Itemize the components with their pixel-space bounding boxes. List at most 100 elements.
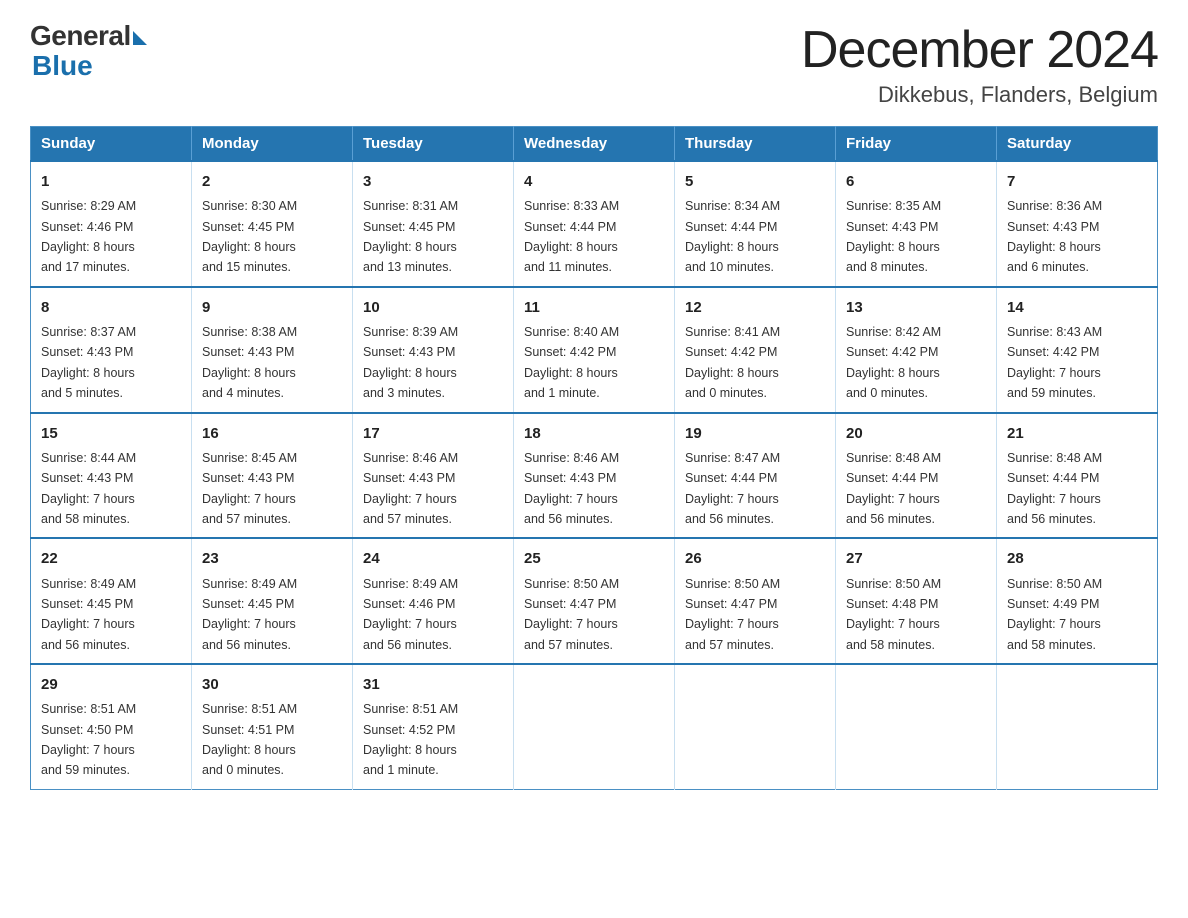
calendar-cell: 18 Sunrise: 8:46 AM Sunset: 4:43 PM Dayli… — [514, 413, 675, 539]
day-info: Sunrise: 8:37 AM Sunset: 4:43 PM Dayligh… — [41, 325, 136, 400]
calendar-cell: 13Sunrise: 8:42 AM Sunset: 4:42 PM Dayli… — [836, 287, 997, 413]
calendar-week-row: 8 Sunrise: 8:37 AM Sunset: 4:43 PM Daylig… — [31, 287, 1158, 413]
day-info: Sunrise: 8:45 AM Sunset: 4:43 PM Dayligh… — [202, 451, 297, 526]
day-number: 27 — [846, 547, 986, 570]
day-number: 4 — [524, 170, 664, 193]
logo-arrow-icon — [133, 31, 147, 45]
day-number: 3 — [363, 170, 503, 193]
calendar-week-row: 29 Sunrise: 8:51 AM Sunset: 4:50 PM Dayli… — [31, 664, 1158, 789]
calendar-cell: 20 Sunrise: 8:48 AM Sunset: 4:44 PM Dayli… — [836, 413, 997, 539]
day-number: 11 — [524, 296, 664, 319]
calendar-cell: 6 Sunrise: 8:35 AM Sunset: 4:43 PM Daylig… — [836, 161, 997, 287]
day-info: Sunrise: 8:51 AM Sunset: 4:52 PM Dayligh… — [363, 702, 458, 777]
calendar-cell: 2Sunrise: 8:30 AM Sunset: 4:45 PM Daylig… — [192, 161, 353, 287]
day-number: 13 — [846, 296, 986, 319]
day-info: Sunrise: 8:36 AM Sunset: 4:43 PM Dayligh… — [1007, 199, 1102, 274]
calendar-cell: 7Sunrise: 8:36 AM Sunset: 4:43 PM Daylig… — [997, 161, 1158, 287]
day-number: 21 — [1007, 422, 1147, 445]
day-number: 18 — [524, 422, 664, 445]
calendar-cell: 22 Sunrise: 8:49 AM Sunset: 4:45 PM Dayli… — [31, 538, 192, 664]
calendar-cell: 21 Sunrise: 8:48 AM Sunset: 4:44 PM Dayli… — [997, 413, 1158, 539]
logo: General Blue — [30, 20, 147, 82]
day-number: 1 — [41, 170, 181, 193]
col-header-thursday: Thursday — [675, 127, 836, 162]
calendar-cell: 4 Sunrise: 8:33 AM Sunset: 4:44 PM Daylig… — [514, 161, 675, 287]
logo-general-text: General — [30, 20, 131, 52]
day-info: Sunrise: 8:47 AM Sunset: 4:44 PM Dayligh… — [685, 451, 780, 526]
day-number: 17 — [363, 422, 503, 445]
day-info: Sunrise: 8:49 AM Sunset: 4:46 PM Dayligh… — [363, 577, 458, 652]
calendar-cell: 17 Sunrise: 8:46 AM Sunset: 4:43 PM Dayli… — [353, 413, 514, 539]
day-info: Sunrise: 8:48 AM Sunset: 4:44 PM Dayligh… — [1007, 451, 1102, 526]
calendar-week-row: 22 Sunrise: 8:49 AM Sunset: 4:45 PM Dayli… — [31, 538, 1158, 664]
day-number: 14 — [1007, 296, 1147, 319]
calendar-cell: 11 Sunrise: 8:40 AM Sunset: 4:42 PM Dayli… — [514, 287, 675, 413]
day-number: 25 — [524, 547, 664, 570]
day-number: 29 — [41, 673, 181, 696]
calendar-title: December 2024 — [801, 20, 1158, 80]
col-header-sunday: Sunday — [31, 127, 192, 162]
calendar-cell: 8 Sunrise: 8:37 AM Sunset: 4:43 PM Daylig… — [31, 287, 192, 413]
day-number: 30 — [202, 673, 342, 696]
day-number: 6 — [846, 170, 986, 193]
day-number: 31 — [363, 673, 503, 696]
day-info: Sunrise: 8:33 AM Sunset: 4:44 PM Dayligh… — [524, 199, 619, 274]
day-number: 8 — [41, 296, 181, 319]
day-info: Sunrise: 8:44 AM Sunset: 4:43 PM Dayligh… — [41, 451, 136, 526]
day-info: Sunrise: 8:46 AM Sunset: 4:43 PM Dayligh… — [363, 451, 458, 526]
title-block: December 2024 Dikkebus, Flanders, Belgiu… — [801, 20, 1158, 108]
calendar-cell: 31 Sunrise: 8:51 AM Sunset: 4:52 PM Dayli… — [353, 664, 514, 789]
day-number: 12 — [685, 296, 825, 319]
calendar-cell: 1Sunrise: 8:29 AM Sunset: 4:46 PM Daylig… — [31, 161, 192, 287]
calendar-cell: 16 Sunrise: 8:45 AM Sunset: 4:43 PM Dayli… — [192, 413, 353, 539]
day-info: Sunrise: 8:51 AM Sunset: 4:50 PM Dayligh… — [41, 702, 136, 777]
day-info: Sunrise: 8:35 AM Sunset: 4:43 PM Dayligh… — [846, 199, 941, 274]
day-info: Sunrise: 8:51 AM Sunset: 4:51 PM Dayligh… — [202, 702, 297, 777]
day-info: Sunrise: 8:39 AM Sunset: 4:43 PM Dayligh… — [363, 325, 458, 400]
day-info: Sunrise: 8:50 AM Sunset: 4:47 PM Dayligh… — [685, 577, 780, 652]
day-number: 20 — [846, 422, 986, 445]
day-number: 22 — [41, 547, 181, 570]
day-number: 15 — [41, 422, 181, 445]
day-info: Sunrise: 8:46 AM Sunset: 4:43 PM Dayligh… — [524, 451, 619, 526]
calendar-week-row: 15 Sunrise: 8:44 AM Sunset: 4:43 PM Dayli… — [31, 413, 1158, 539]
calendar-cell — [675, 664, 836, 789]
day-info: Sunrise: 8:49 AM Sunset: 4:45 PM Dayligh… — [41, 577, 136, 652]
calendar-cell: 27 Sunrise: 8:50 AM Sunset: 4:48 PM Dayli… — [836, 538, 997, 664]
day-info: Sunrise: 8:40 AM Sunset: 4:42 PM Dayligh… — [524, 325, 619, 400]
calendar-cell: 26Sunrise: 8:50 AM Sunset: 4:47 PM Dayli… — [675, 538, 836, 664]
page-header: General Blue December 2024 Dikkebus, Fla… — [30, 20, 1158, 108]
col-header-wednesday: Wednesday — [514, 127, 675, 162]
day-info: Sunrise: 8:41 AM Sunset: 4:42 PM Dayligh… — [685, 325, 780, 400]
calendar-week-row: 1Sunrise: 8:29 AM Sunset: 4:46 PM Daylig… — [31, 161, 1158, 287]
calendar-cell: 15 Sunrise: 8:44 AM Sunset: 4:43 PM Dayli… — [31, 413, 192, 539]
day-info: Sunrise: 8:50 AM Sunset: 4:48 PM Dayligh… — [846, 577, 941, 652]
col-header-tuesday: Tuesday — [353, 127, 514, 162]
day-number: 24 — [363, 547, 503, 570]
calendar-cell — [997, 664, 1158, 789]
calendar-cell — [514, 664, 675, 789]
day-number: 10 — [363, 296, 503, 319]
day-number: 16 — [202, 422, 342, 445]
calendar-cell: 24 Sunrise: 8:49 AM Sunset: 4:46 PM Dayli… — [353, 538, 514, 664]
calendar-cell: 3Sunrise: 8:31 AM Sunset: 4:45 PM Daylig… — [353, 161, 514, 287]
day-number: 23 — [202, 547, 342, 570]
day-info: Sunrise: 8:38 AM Sunset: 4:43 PM Dayligh… — [202, 325, 297, 400]
calendar-cell: 30 Sunrise: 8:51 AM Sunset: 4:51 PM Dayli… — [192, 664, 353, 789]
day-info: Sunrise: 8:34 AM Sunset: 4:44 PM Dayligh… — [685, 199, 780, 274]
calendar-cell: 10 Sunrise: 8:39 AM Sunset: 4:43 PM Dayli… — [353, 287, 514, 413]
col-header-friday: Friday — [836, 127, 997, 162]
col-header-monday: Monday — [192, 127, 353, 162]
day-number: 9 — [202, 296, 342, 319]
day-info: Sunrise: 8:43 AM Sunset: 4:42 PM Dayligh… — [1007, 325, 1102, 400]
day-info: Sunrise: 8:49 AM Sunset: 4:45 PM Dayligh… — [202, 577, 297, 652]
calendar-cell: 12 Sunrise: 8:41 AM Sunset: 4:42 PM Dayli… — [675, 287, 836, 413]
calendar-cell: 19 Sunrise: 8:47 AM Sunset: 4:44 PM Dayli… — [675, 413, 836, 539]
day-number: 19 — [685, 422, 825, 445]
calendar-cell: 25Sunrise: 8:50 AM Sunset: 4:47 PM Dayli… — [514, 538, 675, 664]
day-info: Sunrise: 8:48 AM Sunset: 4:44 PM Dayligh… — [846, 451, 941, 526]
calendar-cell — [836, 664, 997, 789]
day-number: 5 — [685, 170, 825, 193]
day-info: Sunrise: 8:30 AM Sunset: 4:45 PM Dayligh… — [202, 199, 297, 274]
calendar-cell: 9 Sunrise: 8:38 AM Sunset: 4:43 PM Daylig… — [192, 287, 353, 413]
